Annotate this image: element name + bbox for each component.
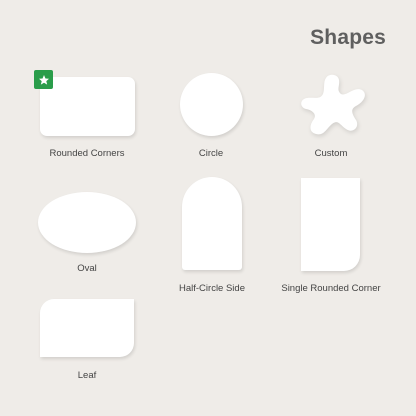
shape-label: Oval (77, 263, 97, 274)
page-title: Shapes (310, 26, 386, 49)
shape-label: Custom (314, 148, 348, 159)
selected-star-icon (34, 70, 53, 89)
shape-label: Circle (198, 148, 224, 159)
shape-label: Single Rounded Corner (281, 283, 381, 294)
rounded-rectangle-icon (40, 77, 135, 136)
arch-icon (182, 177, 242, 270)
custom-blob-icon (301, 74, 365, 135)
shape-label: Leaf (77, 370, 97, 381)
shape-label: Half-Circle Side (179, 283, 245, 294)
oval-icon (38, 192, 136, 253)
shape-label: Rounded Corners (49, 148, 125, 159)
circle-icon (180, 73, 243, 136)
single-rounded-corner-icon (301, 178, 360, 271)
leaf-icon (40, 299, 134, 357)
